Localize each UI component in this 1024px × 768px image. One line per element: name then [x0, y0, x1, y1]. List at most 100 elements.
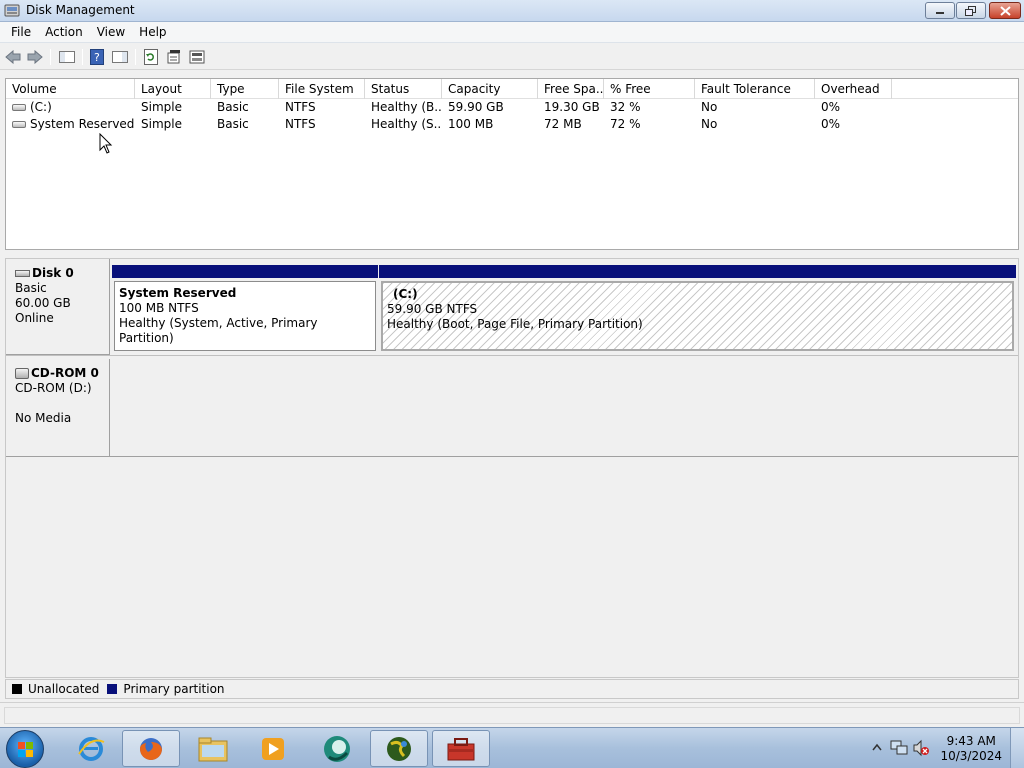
partition-system-reserved[interactable]: System Reserved 100 MB NTFS Healthy (Sys… — [112, 265, 378, 353]
disk-name: CD-ROM 0 — [31, 366, 99, 380]
system-tray: 9:43 AM 10/3/2024 — [864, 728, 1024, 768]
toolbar-separator — [82, 49, 83, 65]
internet-explorer-icon — [78, 736, 105, 761]
taskbar-file-explorer[interactable] — [184, 730, 242, 767]
partition-c-drive[interactable]: (C:) 59.90 GB NTFS Healthy (Boot, Page F… — [379, 265, 1016, 353]
menu-file[interactable]: File — [4, 25, 38, 39]
window-title: Disk Management — [26, 3, 135, 17]
help-button[interactable]: ? — [88, 48, 106, 66]
legend-swatch — [12, 684, 22, 694]
restore-button[interactable] — [956, 2, 986, 19]
properties-button[interactable] — [165, 48, 183, 66]
back-button[interactable] — [4, 48, 22, 66]
disk-management-toolbox-icon — [447, 737, 475, 760]
volume-name: (C:) — [30, 100, 52, 114]
windows-start-icon — [18, 742, 33, 757]
taskbar-media-player[interactable] — [244, 730, 302, 767]
menu-action[interactable]: Action — [38, 25, 90, 39]
disk-kind: CD-ROM (D:) — [15, 381, 92, 395]
close-icon — [999, 5, 1011, 16]
primary-partition-bar — [379, 265, 1016, 278]
taskbar-browser[interactable] — [308, 730, 366, 767]
cd-rom-icon — [15, 368, 29, 379]
network-icon[interactable] — [890, 739, 908, 757]
clock-time: 9:43 AM — [946, 734, 996, 748]
cdrom-0-area[interactable] — [110, 359, 1018, 457]
minimize-button[interactable] — [925, 2, 955, 19]
firefox-icon — [140, 737, 162, 760]
volume-row[interactable]: System Reserved Simple Basic NTFS Health… — [6, 116, 1018, 133]
cell-status: Healthy (S... — [371, 117, 442, 131]
partition-size: 59.90 GB NTFS — [387, 302, 478, 316]
legend-label: Primary partition — [123, 682, 225, 696]
menu-view[interactable]: View — [90, 25, 132, 39]
cell-layout: Simple — [141, 117, 182, 131]
clock[interactable]: 9:43 AM 10/3/2024 — [940, 734, 1002, 764]
menu-help[interactable]: Help — [132, 25, 173, 39]
primary-partition-bar — [112, 265, 378, 278]
cell-overhead: 0% — [821, 117, 841, 131]
status-pane — [4, 707, 1020, 724]
taskbar-firefox[interactable] — [122, 730, 180, 767]
column-header-percent-free[interactable]: % Free — [604, 79, 695, 99]
column-header-fault-tolerance[interactable]: Fault Tolerance — [695, 79, 815, 99]
volume-row[interactable]: (C:) Simple Basic NTFS Healthy (B... 59.… — [6, 99, 1018, 116]
cell-type: Basic — [217, 117, 249, 131]
column-header-free-space[interactable]: Free Spa... — [538, 79, 604, 99]
close-button[interactable] — [989, 2, 1021, 19]
cell-layout: Simple — [141, 100, 182, 114]
cell-volume: (C:) — [6, 99, 135, 116]
partition-title: (C:) — [393, 287, 418, 301]
cell-free-space: 72 MB — [544, 117, 582, 131]
toolbar: ? — [0, 44, 1024, 70]
volume-name: System Reserved — [30, 117, 135, 131]
disk-name: Disk 0 — [32, 266, 74, 280]
show-hidden-icons-icon[interactable] — [872, 743, 882, 751]
forward-button[interactable] — [26, 48, 44, 66]
status-bar — [0, 702, 1024, 726]
column-header-file-system[interactable]: File System — [279, 79, 365, 99]
globe-app-icon — [387, 736, 411, 761]
disk-0-label[interactable]: Disk 0 Basic 60.00 GB Online — [6, 259, 110, 355]
volume-list: Volume Layout Type File System Status Ca… — [5, 78, 1019, 250]
show-desktop-button[interactable] — [1010, 728, 1024, 768]
browser-icon — [324, 735, 350, 762]
legend: Unallocated Primary partition — [5, 679, 1019, 699]
hard-disk-icon — [15, 270, 30, 277]
refresh-button[interactable] — [142, 48, 160, 66]
cdrom-0-label[interactable]: CD-ROM 0 CD-ROM (D:) No Media — [6, 359, 110, 457]
column-header-type[interactable]: Type — [211, 79, 279, 99]
rescan-disks-button[interactable] — [188, 48, 206, 66]
column-header-layout[interactable]: Layout — [135, 79, 211, 99]
column-header-volume[interactable]: Volume — [6, 79, 135, 99]
disk-state: No Media — [15, 411, 72, 425]
disk-management-icon — [4, 4, 20, 17]
cell-overhead: 0% — [821, 100, 841, 114]
title-bar: Disk Management — [0, 0, 1024, 22]
cell-percent-free: 32 % — [610, 100, 641, 114]
disk-size: 60.00 GB — [15, 296, 71, 310]
cell-capacity: 59.90 GB — [448, 100, 504, 114]
console-tree-button[interactable] — [58, 48, 76, 66]
column-header-status[interactable]: Status — [365, 79, 442, 99]
svg-text:?: ? — [94, 51, 100, 64]
cell-volume: System Reserved — [6, 116, 135, 133]
action-pane-button[interactable] — [111, 48, 129, 66]
taskbar-internet-explorer[interactable] — [62, 730, 120, 767]
disk-size — [15, 396, 109, 411]
legend-item-unallocated: Unallocated — [12, 682, 99, 696]
taskbar-disk-management[interactable] — [432, 730, 490, 767]
volume-muted-icon[interactable] — [912, 739, 930, 757]
column-header-overhead[interactable]: Overhead — [815, 79, 892, 99]
partition-body: (C:) 59.90 GB NTFS Healthy (Boot, Page F… — [381, 281, 1014, 351]
taskbar-globe-app[interactable] — [370, 730, 428, 767]
taskbar: 9:43 AM 10/3/2024 — [0, 727, 1024, 768]
disk-kind: Basic — [15, 281, 47, 295]
toolbar-separator — [50, 49, 51, 65]
start-button[interactable] — [6, 730, 44, 768]
drive-icon — [12, 121, 26, 128]
cell-free-space: 19.30 GB — [544, 100, 600, 114]
column-header-capacity[interactable]: Capacity — [442, 79, 538, 99]
partition-status: Healthy (Boot, Page File, Primary Partit… — [387, 317, 643, 331]
cell-status: Healthy (B... — [371, 100, 442, 114]
